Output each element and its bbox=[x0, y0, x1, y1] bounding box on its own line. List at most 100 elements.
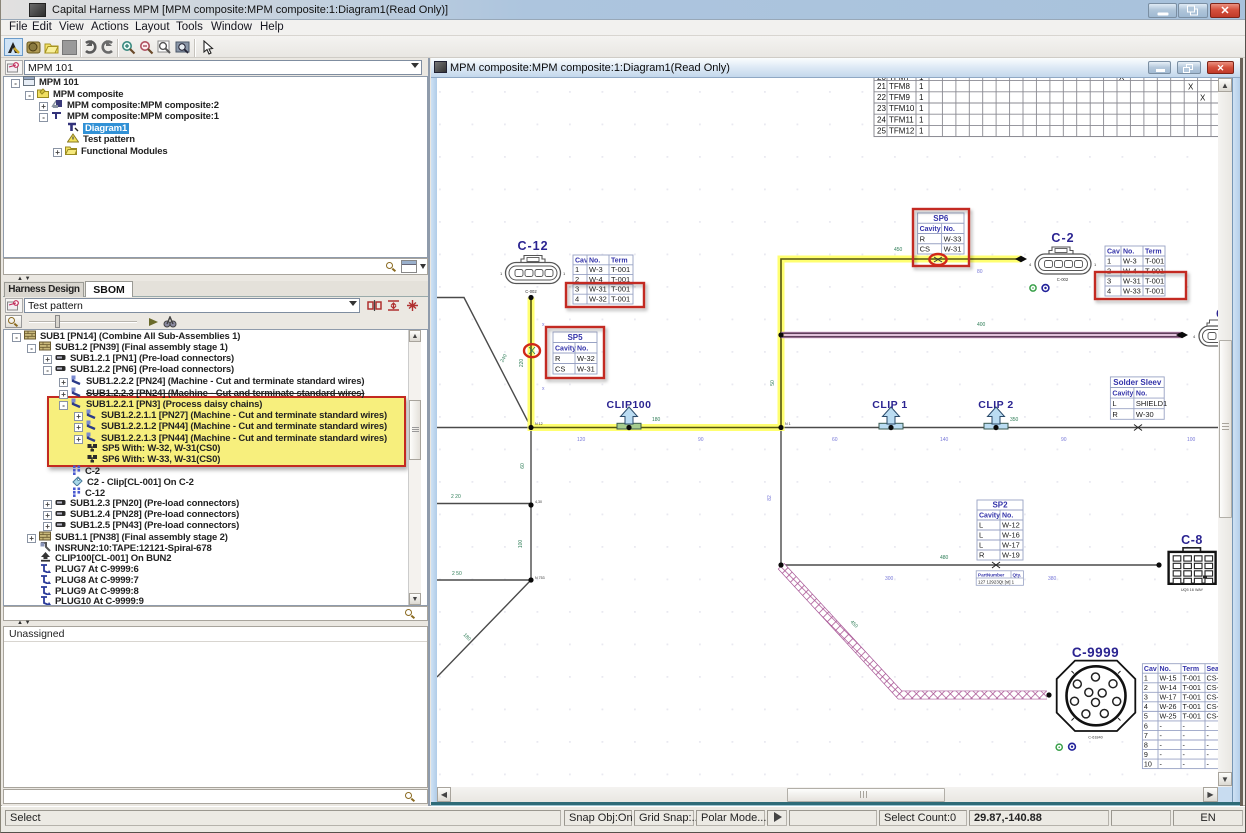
svg-text:2 20: 2 20 bbox=[451, 494, 461, 500]
svg-text:7: 7 bbox=[1144, 731, 1148, 740]
svg-text:No.: No. bbox=[577, 346, 588, 353]
svg-text:SP6: SP6 bbox=[933, 214, 949, 223]
svg-text:R: R bbox=[979, 551, 985, 560]
svg-text:6: 6 bbox=[1144, 721, 1148, 730]
svg-text:CLIP100: CLIP100 bbox=[607, 399, 652, 411]
svg-text:480: 480 bbox=[940, 555, 949, 561]
svg-text:W-31: W-31 bbox=[1123, 277, 1141, 286]
svg-text:Cav: Cav bbox=[1107, 249, 1120, 256]
svg-text:W-14: W-14 bbox=[1160, 683, 1177, 692]
svg-text:Solder Sleev: Solder Sleev bbox=[1113, 378, 1162, 387]
svg-text:R: R bbox=[920, 234, 926, 243]
svg-text:400: 400 bbox=[977, 322, 986, 328]
svg-text:R: R bbox=[555, 354, 561, 363]
svg-text:C-8: C-8 bbox=[1181, 533, 1203, 547]
svg-text:T-001: T-001 bbox=[1183, 683, 1201, 692]
svg-text:CS-: CS- bbox=[1207, 693, 1219, 702]
svg-text:T-001: T-001 bbox=[1145, 277, 1164, 286]
svg-text:W-31: W-31 bbox=[577, 365, 595, 374]
svg-text:L: L bbox=[1112, 399, 1116, 408]
svg-text:8: 8 bbox=[1144, 740, 1148, 749]
svg-text:T-001: T-001 bbox=[1145, 287, 1164, 296]
svg-text:SHIELD1: SHIELD1 bbox=[1136, 399, 1167, 408]
svg-text:1: 1 bbox=[919, 104, 924, 113]
svg-text:Term: Term bbox=[1183, 666, 1200, 673]
svg-text:60: 60 bbox=[832, 437, 838, 443]
svg-text:25: 25 bbox=[877, 127, 886, 136]
svg-text:1: 1 bbox=[919, 115, 924, 124]
svg-text:Cav: Cav bbox=[1144, 666, 1157, 673]
svg-text:Cavity: Cavity bbox=[555, 346, 576, 353]
svg-text:CLIP 2: CLIP 2 bbox=[978, 399, 1013, 411]
svg-text:T-001: T-001 bbox=[1183, 693, 1201, 702]
svg-text:CLIP 1: CLIP 1 bbox=[872, 399, 907, 411]
svg-text:2 50: 2 50 bbox=[452, 571, 462, 577]
svg-text:24: 24 bbox=[877, 115, 886, 124]
svg-text:127 12923Qt [st] 1: 127 12923Qt [st] 1 bbox=[978, 580, 1015, 585]
svg-text:3: 3 bbox=[1107, 277, 1111, 286]
svg-text:CS: CS bbox=[920, 245, 930, 254]
svg-text:1: 1 bbox=[919, 127, 924, 136]
svg-text:W-12: W-12 bbox=[1002, 521, 1020, 530]
svg-text:TFM9: TFM9 bbox=[889, 93, 910, 102]
svg-text:Term: Term bbox=[611, 257, 628, 264]
svg-text:350: 350 bbox=[1010, 417, 1019, 423]
svg-text:No.: No. bbox=[589, 257, 600, 264]
svg-text:W-26: W-26 bbox=[1160, 702, 1177, 711]
svg-text:CS-: CS- bbox=[1207, 683, 1219, 692]
svg-text:N 1: N 1 bbox=[785, 422, 791, 426]
svg-text:TFM11: TFM11 bbox=[889, 115, 914, 124]
svg-text:100: 100 bbox=[1187, 437, 1196, 443]
svg-text:W-16: W-16 bbox=[1002, 531, 1020, 540]
svg-text:X: X bbox=[1188, 83, 1194, 92]
svg-text:PartNumber: PartNumber bbox=[978, 573, 1005, 578]
svg-text:UQ5 16 WAY: UQ5 16 WAY bbox=[1181, 588, 1204, 592]
svg-text:W-32: W-32 bbox=[577, 354, 595, 363]
svg-text:T-001: T-001 bbox=[1183, 674, 1201, 683]
svg-text:W-33: W-33 bbox=[1123, 287, 1141, 296]
svg-text:L: L bbox=[979, 541, 983, 550]
svg-text:Cavity: Cavity bbox=[1112, 391, 1133, 398]
svg-text:C-2: C-2 bbox=[1051, 231, 1074, 245]
svg-text:W-30: W-30 bbox=[1136, 410, 1154, 419]
svg-text:300: 300 bbox=[885, 576, 894, 582]
svg-text:T-001: T-001 bbox=[1145, 257, 1164, 266]
svg-text:4: 4 bbox=[1107, 287, 1111, 296]
svg-text:82: 82 bbox=[767, 495, 773, 501]
svg-text:L: L bbox=[979, 521, 983, 530]
svg-text:C-12: C-12 bbox=[517, 239, 548, 253]
svg-text:5: 5 bbox=[1144, 712, 1148, 721]
svg-text:60: 60 bbox=[520, 463, 526, 469]
svg-text:N 753: N 753 bbox=[535, 576, 545, 580]
svg-text:1: 1 bbox=[575, 265, 579, 274]
svg-text:SP5: SP5 bbox=[567, 333, 583, 342]
svg-text:W-3: W-3 bbox=[589, 265, 603, 274]
svg-text:N 12: N 12 bbox=[535, 422, 543, 426]
svg-text:22: 22 bbox=[877, 93, 886, 102]
svg-text:X: X bbox=[1119, 78, 1125, 82]
svg-text:W-33: W-33 bbox=[944, 234, 962, 243]
svg-text:CS-: CS- bbox=[1207, 712, 1219, 721]
svg-text:W-17: W-17 bbox=[1160, 693, 1177, 702]
svg-text:TFM10: TFM10 bbox=[889, 104, 915, 113]
svg-text:1: 1 bbox=[919, 78, 924, 82]
svg-text:T-001: T-001 bbox=[1183, 702, 1201, 711]
svg-text:W-31: W-31 bbox=[944, 245, 962, 254]
svg-text:C-002: C-002 bbox=[1057, 277, 1069, 282]
svg-text:50: 50 bbox=[770, 380, 776, 386]
svg-text:90: 90 bbox=[1061, 437, 1067, 443]
svg-text:Cavity: Cavity bbox=[920, 226, 941, 233]
svg-text:220: 220 bbox=[519, 359, 525, 368]
svg-text:TFM7: TFM7 bbox=[889, 78, 910, 82]
svg-text:SP2: SP2 bbox=[992, 501, 1008, 510]
svg-text:20: 20 bbox=[877, 78, 886, 82]
svg-text:C-002: C-002 bbox=[525, 289, 537, 294]
svg-text:T-001: T-001 bbox=[611, 285, 630, 294]
svg-text:23: 23 bbox=[877, 104, 886, 113]
svg-text:120: 120 bbox=[577, 437, 586, 443]
svg-text:CS-: CS- bbox=[1207, 702, 1219, 711]
svg-text:W-17: W-17 bbox=[1002, 541, 1020, 550]
svg-text:1: 1 bbox=[1107, 257, 1111, 266]
svg-text:90: 90 bbox=[698, 437, 704, 443]
svg-text:1: 1 bbox=[1144, 674, 1148, 683]
